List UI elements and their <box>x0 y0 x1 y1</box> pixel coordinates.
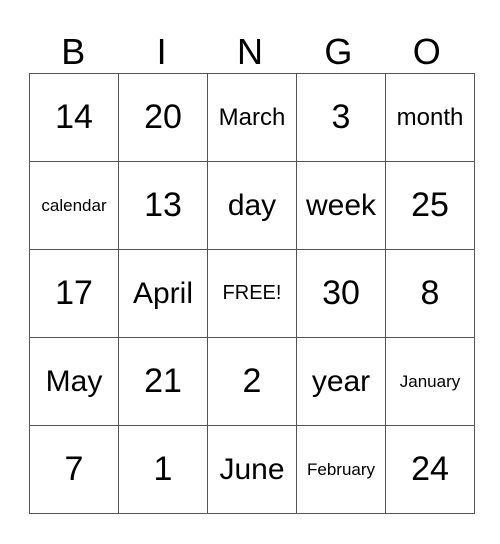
bingo-cell[interactable]: 17 <box>29 249 119 338</box>
bingo-cell[interactable]: month <box>385 73 475 162</box>
bingo-cell[interactable]: week <box>296 161 386 250</box>
bingo-cell[interactable]: 21 <box>118 337 208 426</box>
header-letter-i: I <box>156 31 167 72</box>
bingo-cell[interactable]: calendar <box>29 161 119 250</box>
bingo-cell[interactable]: 1 <box>118 425 208 514</box>
bingo-card-grid: 14 20 March 3 month calendar 13 day week… <box>29 73 475 514</box>
bingo-cell[interactable]: 25 <box>385 161 475 250</box>
bingo-cell[interactable]: January <box>385 337 475 426</box>
grid-row: 7 1 June February 24 <box>29 425 475 514</box>
header-letter-o: O <box>412 31 441 72</box>
bingo-cell[interactable]: 3 <box>296 73 386 162</box>
bingo-cell[interactable]: April <box>118 249 208 338</box>
bingo-header: B I N G O <box>29 30 471 74</box>
bingo-cell[interactable]: 7 <box>29 425 119 514</box>
grid-row: calendar 13 day week 25 <box>29 161 475 250</box>
grid-row: 14 20 March 3 month <box>29 73 475 162</box>
bingo-cell[interactable]: June <box>207 425 297 514</box>
bingo-cell[interactable]: 20 <box>118 73 208 162</box>
bingo-cell[interactable]: 30 <box>296 249 386 338</box>
free-space-cell[interactable]: FREE! <box>207 249 297 338</box>
bingo-cell[interactable]: March <box>207 73 297 162</box>
header-letter-n: N <box>236 31 263 72</box>
bingo-cell[interactable]: 2 <box>207 337 297 426</box>
header-letter-b: B <box>61 31 86 72</box>
bingo-cell[interactable]: day <box>207 161 297 250</box>
header-letter-g: G <box>324 31 353 72</box>
bingo-cell[interactable]: February <box>296 425 386 514</box>
bingo-cell[interactable]: 8 <box>385 249 475 338</box>
grid-row: 17 April FREE! 30 8 <box>29 249 475 338</box>
bingo-cell[interactable]: 24 <box>385 425 475 514</box>
bingo-cell[interactable]: 14 <box>29 73 119 162</box>
grid-row: May 21 2 year January <box>29 337 475 426</box>
bingo-cell[interactable]: year <box>296 337 386 426</box>
bingo-cell[interactable]: May <box>29 337 119 426</box>
bingo-cell[interactable]: 13 <box>118 161 208 250</box>
